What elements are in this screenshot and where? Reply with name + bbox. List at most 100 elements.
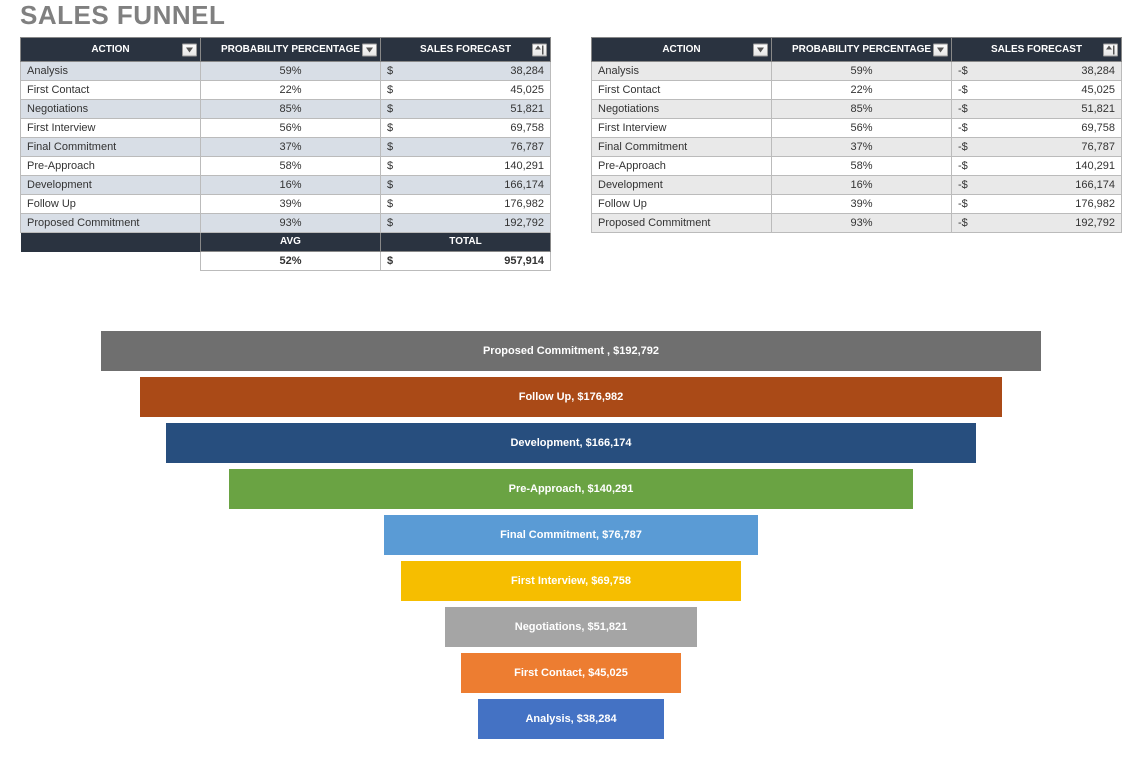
table-row: First Interview56%$69,758 — [21, 119, 551, 138]
header-prob-label: PROBABILITY PERCENTAGE — [792, 44, 931, 55]
cell-probability: 37% — [201, 138, 381, 157]
cell-action: First Interview — [592, 119, 772, 138]
header-action[interactable]: ACTION — [592, 38, 772, 62]
table-row: Follow Up39%$176,982 — [21, 195, 551, 214]
funnel-chart: Proposed Commitment , $192,792Follow Up,… — [101, 331, 1041, 739]
table-row: Pre-Approach58%-$140,291 — [592, 157, 1122, 176]
sales-funnel-table-right: ACTION PROBABILITY PERCENTAGE SALES FORE… — [591, 37, 1122, 233]
header-action[interactable]: ACTION — [21, 38, 201, 62]
sort-asc-icon[interactable] — [1103, 43, 1118, 56]
filter-dropdown-icon[interactable] — [753, 43, 768, 56]
cell-forecast: -$ 140,291 — [952, 157, 1122, 176]
currency-symbol: $ — [387, 140, 393, 154]
forecast-number: 166,174 — [504, 179, 544, 191]
funnel-row: Negotiations, $51,821 — [101, 607, 1041, 647]
table-row: Final Commitment37%-$76,787 — [592, 138, 1122, 157]
funnel-bar: Proposed Commitment , $192,792 — [101, 331, 1041, 371]
header-forecast-label: SALES FORECAST — [991, 44, 1082, 55]
cell-probability: 59% — [201, 62, 381, 81]
forecast-number: 45,025 — [1081, 84, 1115, 96]
cell-forecast: $192,792 — [381, 214, 551, 233]
filter-dropdown-icon[interactable] — [182, 43, 197, 56]
currency-symbol: $ — [387, 216, 393, 230]
funnel-bar: Analysis, $38,284 — [478, 699, 665, 739]
cell-action: Analysis — [21, 62, 201, 81]
header-forecast[interactable]: SALES FORECAST — [381, 38, 551, 62]
cell-probability: 39% — [201, 195, 381, 214]
sort-asc-icon[interactable] — [532, 43, 547, 56]
funnel-row: Development, $166,174 — [101, 423, 1041, 463]
table-row: Final Commitment37%$76,787 — [21, 138, 551, 157]
cell-forecast: -$69,758 — [952, 119, 1122, 138]
cell-probability: 59% — [772, 62, 952, 81]
cell-probability: 37% — [772, 138, 952, 157]
forecast-number: 38,284 — [1081, 65, 1115, 77]
cell-action: Proposed Commitment — [21, 214, 201, 233]
currency-symbol: $ — [387, 254, 393, 268]
header-prob[interactable]: PROBABILITY PERCENTAGE — [201, 38, 381, 62]
currency-symbol: -$ — [958, 140, 968, 154]
funnel-bar: First Interview, $69,758 — [401, 561, 741, 601]
header-forecast[interactable]: SALES FORECAST — [952, 38, 1122, 62]
forecast-number: 51,821 — [510, 103, 544, 115]
currency-symbol: -$ — [958, 83, 968, 97]
cell-action: Development — [592, 176, 772, 195]
cell-forecast: $176,982 — [381, 195, 551, 214]
cell-forecast: -$166,174 — [952, 176, 1122, 195]
cell-forecast: $45,025 — [381, 81, 551, 100]
table-row: Proposed Commitment93%$192,792 — [21, 214, 551, 233]
currency-symbol: $ — [387, 121, 393, 135]
cell-action: Proposed Commitment — [592, 214, 772, 233]
header-prob[interactable]: PROBABILITY PERCENTAGE — [772, 38, 952, 62]
cell-forecast: $51,821 — [381, 100, 551, 119]
table-row: Proposed Commitment93%-$192,792 — [592, 214, 1122, 233]
forecast-number: 76,787 — [510, 141, 544, 153]
cell-probability: 22% — [201, 81, 381, 100]
total-value-number: 957,914 — [504, 255, 544, 267]
table-row: Follow Up39%-$176,982 — [592, 195, 1122, 214]
table-row: Development16%-$166,174 — [592, 176, 1122, 195]
table-row: First Interview56%-$69,758 — [592, 119, 1122, 138]
cell-probability: 16% — [201, 176, 381, 195]
table-row: First Contact22% -$ 45,025 — [592, 81, 1122, 100]
forecast-number: 69,758 — [510, 122, 544, 134]
cell-action: Pre-Approach — [592, 157, 772, 176]
funnel-bar: Development, $166,174 — [166, 423, 976, 463]
filter-dropdown-icon[interactable] — [362, 43, 377, 56]
forecast-number: 192,792 — [1075, 217, 1115, 229]
cell-action: First Contact — [592, 81, 772, 100]
avg-value: 52% — [201, 252, 381, 271]
cell-probability: 56% — [201, 119, 381, 138]
table-row: Pre-Approach58% $140,291 — [21, 157, 551, 176]
forecast-number: 51,821 — [1081, 103, 1115, 115]
forecast-number: 38,284 — [510, 65, 544, 77]
header-action-label: ACTION — [91, 44, 129, 55]
cell-forecast: -$ 76,787 — [952, 138, 1122, 157]
funnel-row: First Contact, $45,025 — [101, 653, 1041, 693]
cell-action: Follow Up — [592, 195, 772, 214]
cell-probability: 58% — [201, 157, 381, 176]
filter-dropdown-icon[interactable] — [933, 43, 948, 56]
cell-probability: 39% — [772, 195, 952, 214]
currency-symbol: -$ — [958, 102, 968, 116]
sales-funnel-table-left: ACTION PROBABILITY PERCENTAGE SALES FORE… — [20, 37, 551, 271]
cell-forecast: -$192,792 — [952, 214, 1122, 233]
cell-forecast: $38,284 — [381, 62, 551, 81]
forecast-number: 140,291 — [504, 160, 544, 172]
cell-probability: 93% — [201, 214, 381, 233]
header-prob-label: PROBABILITY PERCENTAGE — [221, 44, 360, 55]
cell-probability: 22% — [772, 81, 952, 100]
table-row: Analysis59%$38,284 — [21, 62, 551, 81]
currency-symbol: $ — [387, 159, 393, 173]
cell-action: Pre-Approach — [21, 157, 201, 176]
cell-action: Analysis — [592, 62, 772, 81]
forecast-number: 140,291 — [1075, 160, 1115, 172]
cell-probability: 85% — [201, 100, 381, 119]
forecast-number: 76,787 — [1081, 141, 1115, 153]
currency-symbol: -$ — [958, 159, 968, 173]
funnel-row: Proposed Commitment , $192,792 — [101, 331, 1041, 371]
funnel-row: Pre-Approach, $140,291 — [101, 469, 1041, 509]
forecast-number: 45,025 — [510, 84, 544, 96]
cell-forecast: $76,787 — [381, 138, 551, 157]
cell-forecast: -$38,284 — [952, 62, 1122, 81]
